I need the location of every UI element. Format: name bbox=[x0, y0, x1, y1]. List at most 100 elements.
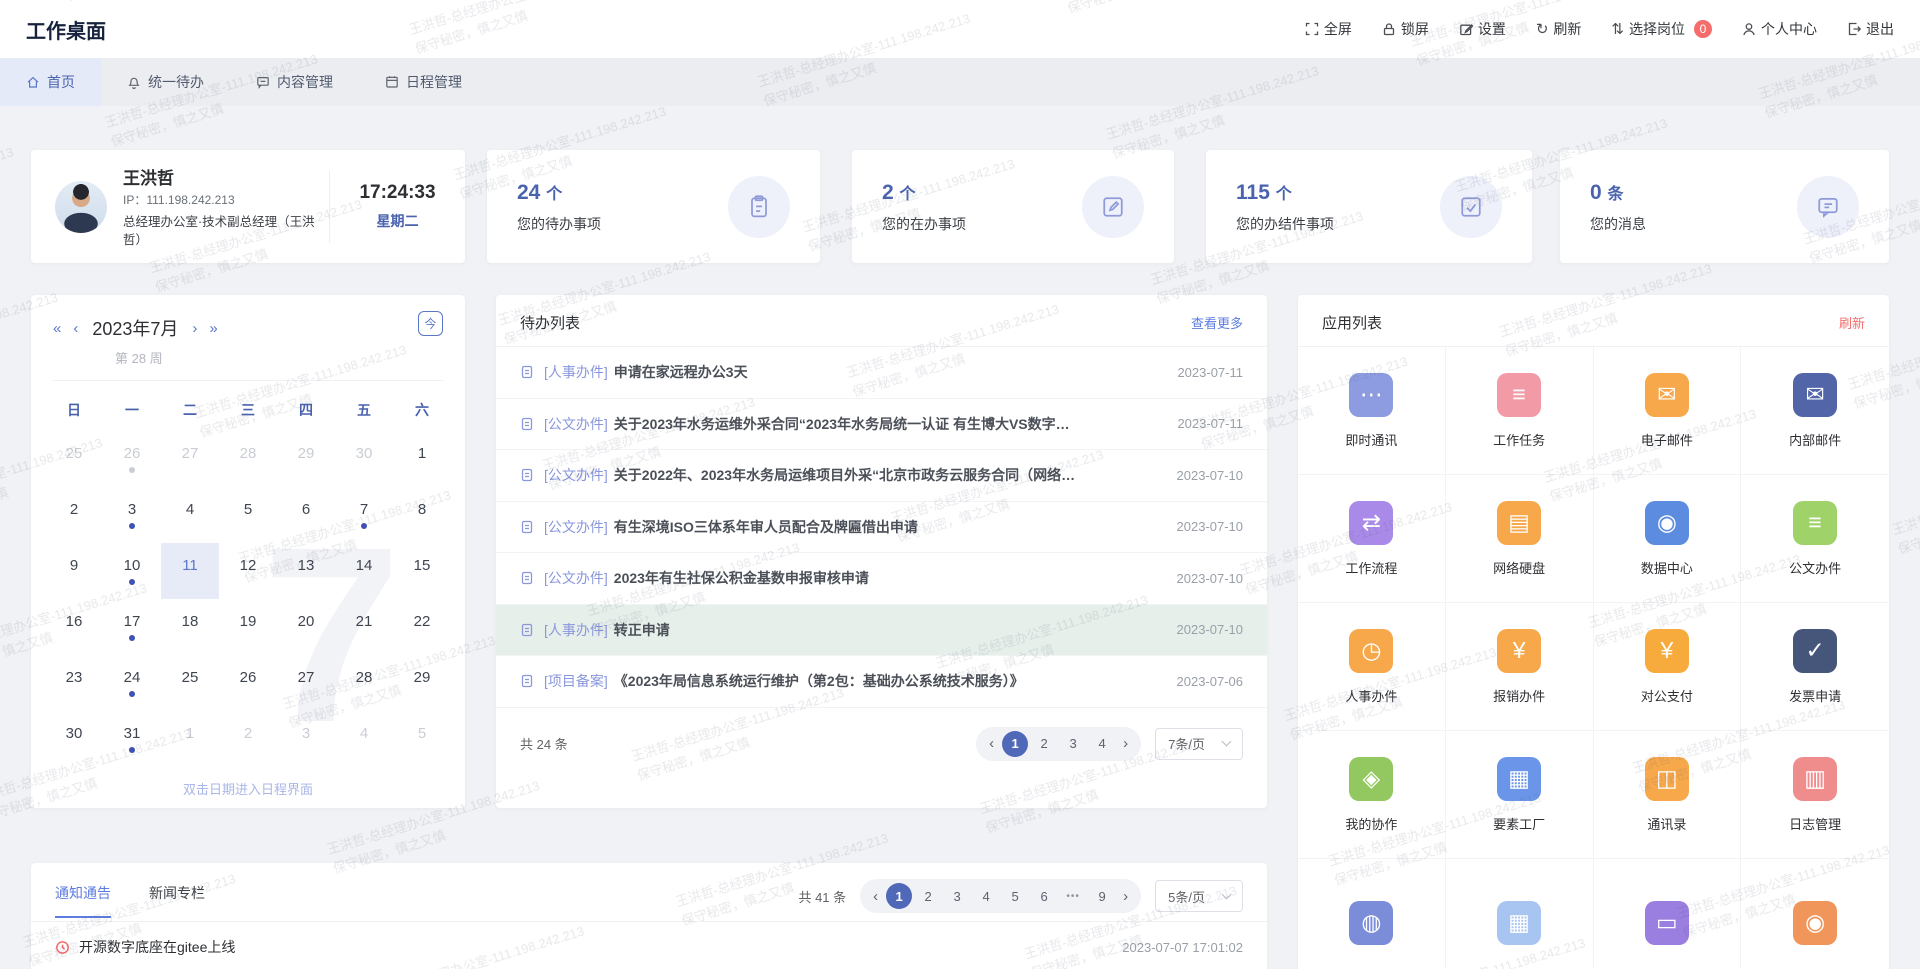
app-item[interactable]: ✉电子邮件 bbox=[1594, 347, 1742, 475]
calendar-day[interactable]: 4 bbox=[335, 711, 393, 767]
app-item[interactable]: ▤网络硬盘 bbox=[1446, 475, 1594, 603]
apps-refresh-link[interactable]: 刷新 bbox=[1839, 313, 1865, 332]
calendar-day[interactable]: 23 bbox=[45, 655, 103, 711]
app-item[interactable]: ≡工作任务 bbox=[1446, 347, 1594, 475]
calendar-day[interactable]: 16 bbox=[45, 599, 103, 655]
calendar-day[interactable]: 9 bbox=[45, 543, 103, 599]
app-item[interactable]: ⋯即时通讯 bbox=[1298, 347, 1446, 475]
notice-item[interactable]: 开源数字底座在gitee上线 2023-07-07 17:01:02 bbox=[31, 922, 1267, 969]
app-item[interactable]: ¥报销办件 bbox=[1446, 603, 1594, 731]
calendar-day[interactable]: 12 bbox=[219, 543, 277, 599]
todo-item[interactable]: [公文办件]有生深境ISO三体系年审人员配合及牌匾借出申请2023-07-10 bbox=[496, 502, 1267, 554]
app-item[interactable]: ✓发票申请 bbox=[1741, 603, 1889, 731]
calendar-day[interactable]: 13 bbox=[277, 543, 335, 599]
calendar-day[interactable]: 15 bbox=[393, 543, 451, 599]
calendar-day[interactable]: 21 bbox=[335, 599, 393, 655]
tab-news[interactable]: 新闻专栏 bbox=[149, 883, 205, 918]
calendar-day[interactable]: 5 bbox=[393, 711, 451, 767]
next-page-button[interactable]: › bbox=[1118, 735, 1133, 752]
page-button[interactable]: 1 bbox=[886, 883, 912, 909]
todo-item[interactable]: [项目备案]《2023年局信息系统运行维护（第2包：基础办公系统技术服务）》20… bbox=[496, 656, 1267, 708]
calendar-day[interactable]: 22 bbox=[393, 599, 451, 655]
calendar-day[interactable]: 8 bbox=[393, 487, 451, 543]
stat-card-inprogress[interactable]: 2 个 您的在办事项 bbox=[852, 150, 1174, 263]
calendar-day[interactable]: 30 bbox=[45, 711, 103, 767]
calendar-day[interactable]: 3 bbox=[103, 487, 161, 543]
calendar-day[interactable]: 1 bbox=[161, 711, 219, 767]
calendar-day[interactable]: 24 bbox=[103, 655, 161, 711]
calendar-day[interactable]: 31 bbox=[103, 711, 161, 767]
page-button[interactable]: 3 bbox=[944, 883, 970, 909]
notice-page-size-select[interactable]: 5条/页 bbox=[1155, 880, 1243, 912]
select-post-button[interactable]: ⇅ 选择岗位 0 bbox=[1611, 19, 1712, 39]
tab-schedule-mgmt[interactable]: 日程管理 bbox=[359, 58, 488, 106]
page-button[interactable]: 6 bbox=[1031, 883, 1057, 909]
tab-unified-todo[interactable]: 统一待办 bbox=[101, 58, 230, 106]
todo-item[interactable]: [公文办件]关于2022年、2023年水务局运维项目外采“北京市政务云服务合同（… bbox=[496, 450, 1267, 502]
calendar-day[interactable]: 1 bbox=[393, 431, 451, 487]
calendar-day[interactable]: 29 bbox=[277, 431, 335, 487]
prev-year-button[interactable]: « bbox=[53, 321, 61, 336]
todo-item[interactable]: [人事办件]申请在家远程办公3天2023-07-11 bbox=[496, 347, 1267, 399]
app-item[interactable]: ▦ bbox=[1446, 859, 1594, 969]
lock-screen-button[interactable]: 锁屏 bbox=[1382, 19, 1429, 39]
todo-item[interactable]: [公文办件]关于2023年水务运维外采合同“2023年水务局统一认证 有生博大V… bbox=[496, 399, 1267, 451]
app-item[interactable]: ⇄工作流程 bbox=[1298, 475, 1446, 603]
personal-center-button[interactable]: 个人中心 bbox=[1742, 19, 1817, 39]
calendar-day[interactable]: 2 bbox=[45, 487, 103, 543]
calendar-day[interactable]: 7 bbox=[335, 487, 393, 543]
app-item[interactable]: ▥日志管理 bbox=[1741, 731, 1889, 859]
todo-item[interactable]: [人事办件]转正申请2023-07-10 bbox=[496, 605, 1267, 657]
app-item[interactable]: ◉数据中心 bbox=[1594, 475, 1742, 603]
prev-page-button[interactable]: ‹ bbox=[984, 735, 999, 752]
next-page-button[interactable]: › bbox=[1118, 888, 1133, 905]
calendar-day[interactable]: 10 bbox=[103, 543, 161, 599]
next-month-button[interactable]: › bbox=[192, 321, 197, 336]
calendar-day[interactable]: 4 bbox=[161, 487, 219, 543]
calendar-day[interactable]: 20 bbox=[277, 599, 335, 655]
calendar-day[interactable]: 17 bbox=[103, 599, 161, 655]
calendar-day[interactable]: 3 bbox=[277, 711, 335, 767]
tab-home[interactable]: 首页 bbox=[0, 58, 101, 106]
page-button[interactable]: 2 bbox=[1031, 731, 1057, 757]
todo-page-size-select[interactable]: 7条/页 bbox=[1155, 728, 1243, 760]
app-item[interactable]: ◈我的协作 bbox=[1298, 731, 1446, 859]
app-item[interactable]: ◫通讯录 bbox=[1594, 731, 1742, 859]
app-item[interactable]: ◍ bbox=[1298, 859, 1446, 969]
calendar-day[interactable]: 27 bbox=[277, 655, 335, 711]
calendar-day[interactable]: 29 bbox=[393, 655, 451, 711]
page-button[interactable]: 1 bbox=[1002, 731, 1028, 757]
today-icon[interactable]: 今 bbox=[418, 311, 443, 336]
fullscreen-button[interactable]: 全屏 bbox=[1305, 19, 1352, 39]
tab-content-mgmt[interactable]: 内容管理 bbox=[230, 58, 359, 106]
next-year-button[interactable]: » bbox=[209, 321, 217, 336]
page-button[interactable]: 4 bbox=[973, 883, 999, 909]
page-button[interactable]: 4 bbox=[1089, 731, 1115, 757]
page-button[interactable]: 2 bbox=[915, 883, 941, 909]
page-button[interactable]: 9 bbox=[1089, 883, 1115, 909]
calendar-day[interactable]: 5 bbox=[219, 487, 277, 543]
calendar-day[interactable]: 19 bbox=[219, 599, 277, 655]
calendar-day[interactable]: 2 bbox=[219, 711, 277, 767]
calendar-day[interactable]: 28 bbox=[335, 655, 393, 711]
prev-page-button[interactable]: ‹ bbox=[868, 888, 883, 905]
settings-button[interactable]: 设置 bbox=[1459, 19, 1506, 39]
prev-month-button[interactable]: ‹ bbox=[73, 321, 78, 336]
calendar-day[interactable]: 11 bbox=[161, 543, 219, 599]
calendar-day[interactable]: 30 bbox=[335, 431, 393, 487]
avatar[interactable] bbox=[55, 181, 107, 233]
page-button[interactable]: 3 bbox=[1060, 731, 1086, 757]
app-item[interactable]: ¥对公支付 bbox=[1594, 603, 1742, 731]
calendar-day[interactable]: 6 bbox=[277, 487, 335, 543]
calendar-day[interactable]: 14 bbox=[335, 543, 393, 599]
calendar-day[interactable]: 27 bbox=[161, 431, 219, 487]
app-item[interactable]: ▦要素工厂 bbox=[1446, 731, 1594, 859]
stat-card-messages[interactable]: 0 条 您的消息 bbox=[1560, 150, 1889, 263]
calendar-day[interactable]: 18 bbox=[161, 599, 219, 655]
calendar-day[interactable]: 25 bbox=[161, 655, 219, 711]
app-item[interactable]: ◉ bbox=[1741, 859, 1889, 969]
page-button[interactable]: 5 bbox=[1002, 883, 1028, 909]
calendar-day[interactable]: 28 bbox=[219, 431, 277, 487]
calendar-day[interactable]: 25 bbox=[45, 431, 103, 487]
todo-item[interactable]: [公文办件]2023年有生社保公积金基数申报审核申请2023-07-10 bbox=[496, 553, 1267, 605]
